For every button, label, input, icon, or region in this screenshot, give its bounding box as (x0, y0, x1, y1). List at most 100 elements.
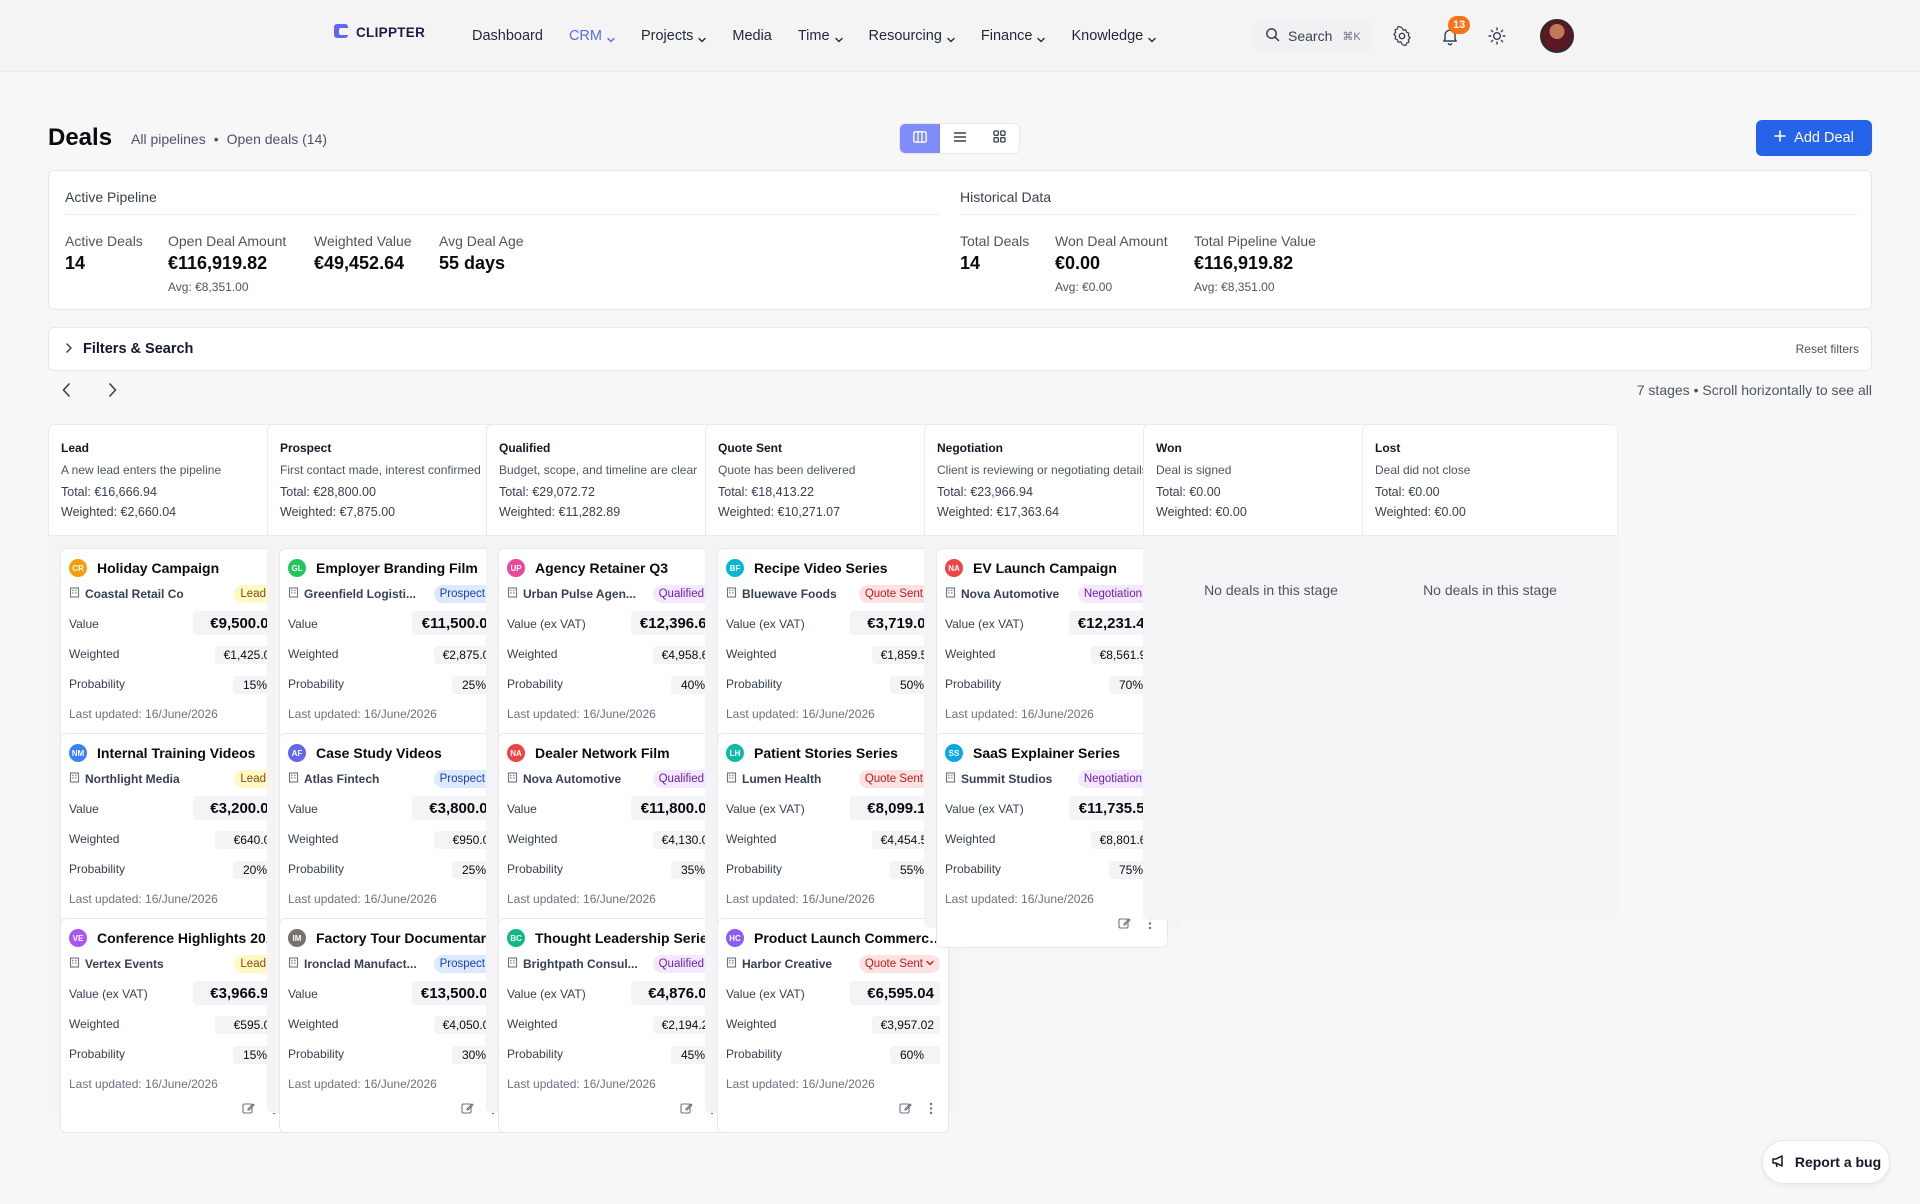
deal-company[interactable]: Harbor Creative (726, 957, 832, 971)
deal-company[interactable]: Nova Automotive (507, 772, 621, 786)
user-avatar[interactable] (1540, 19, 1574, 53)
edit-icon[interactable] (679, 1101, 693, 1115)
deal-card[interactable]: UP Agency Retainer Q3 Urban Pulse Agen... Q… (498, 548, 730, 763)
last-updated: Last updated: 16/June/2026 (507, 1077, 656, 1091)
deal-company[interactable]: Lumen Health (726, 772, 821, 786)
report-bug-button[interactable]: Report a bug (1762, 1140, 1890, 1184)
deal-company[interactable]: Nova Automotive (945, 587, 1059, 601)
company-name: Nova Automotive (961, 587, 1060, 601)
nav-item-resourcing[interactable]: Resourcing (869, 28, 955, 44)
scroll-right-chevron-icon[interactable] (104, 380, 120, 400)
deal-card[interactable]: LH Patient Stories Series Lumen Health Quot… (717, 733, 949, 948)
deal-card[interactable]: BC Thought Leadership Series Brightpath Co… (498, 918, 730, 1133)
brand-name: CLIPPTER (356, 24, 426, 40)
deal-card[interactable]: HC Product Launch Commerci... Harbor Creat… (717, 918, 949, 1133)
settings-gear-icon[interactable] (1388, 22, 1416, 50)
value-field[interactable]: €6,595.04 (850, 981, 940, 1005)
list-view-button[interactable] (940, 124, 980, 153)
nav-item-dashboard[interactable]: Dashboard (472, 28, 543, 44)
stage-total: Total: €23,966.94 (937, 485, 1033, 499)
deal-card[interactable]: NA Dealer Network Film Nova Automotive Qual… (498, 733, 730, 948)
deal-card[interactable]: BF Recipe Video Series Bluewave Foods Quote… (717, 548, 949, 763)
kanban-view-button[interactable] (900, 124, 940, 153)
deal-company[interactable]: Urban Pulse Agen... (507, 587, 636, 601)
nav-item-crm[interactable]: CRM (569, 28, 615, 44)
weighted-label: Weighted (288, 832, 339, 846)
weighted-label: Weighted (288, 1017, 339, 1031)
view-toggle (899, 123, 1020, 154)
stage-total: Total: €0.00 (1375, 485, 1440, 499)
nav-item-projects[interactable]: Projects (641, 28, 707, 44)
stage-weighted-total: Weighted: €10,271.07 (718, 505, 841, 519)
brand-logo[interactable]: CLIPPTER (334, 24, 425, 40)
deal-card[interactable]: NA EV Launch Campaign Nova Automotive Negot… (936, 548, 1168, 763)
last-updated: Last updated: 16/June/2026 (69, 892, 218, 906)
deal-title[interactable]: Internal Training Videos (97, 745, 255, 761)
nav-item-knowledge[interactable]: Knowledge (1071, 28, 1156, 44)
deal-title[interactable]: Factory Tour Documentary (316, 930, 494, 946)
weighted-label: Weighted (507, 832, 558, 846)
deal-card[interactable]: VE Conference Highlights 20... Vertex Even… (60, 918, 292, 1133)
deal-company[interactable]: Vertex Events (69, 957, 164, 971)
deal-title[interactable]: Employer Branding Film (316, 560, 478, 576)
nav-item-time[interactable]: Time (798, 28, 843, 44)
deal-company[interactable]: Atlas Fintech (288, 772, 379, 786)
add-deal-button[interactable]: Add Deal (1756, 120, 1872, 156)
deal-title[interactable]: Recipe Video Series (754, 560, 888, 576)
kanban-board[interactable]: Lead3A new lead enters the pipelineTotal… (48, 424, 1872, 1204)
deal-card[interactable]: CR Holiday Campaign Coastal Retail Co Lead V… (60, 548, 292, 763)
stage-header: Won0Deal is signedTotal: €0.00Weighted: … (1143, 424, 1399, 536)
deal-card[interactable]: AF Case Study Videos Atlas Fintech Prospect… (279, 733, 511, 948)
company-name: Northlight Media (85, 772, 180, 786)
weighted-field: €3,957.02 (872, 1016, 940, 1034)
deal-card[interactable]: IM Factory Tour Documentary Ironclad Manuf… (279, 918, 511, 1133)
reset-filters-button[interactable]: Reset filters (1796, 342, 1859, 356)
edit-icon[interactable] (1117, 916, 1131, 930)
probability-field[interactable]: 60% (890, 1046, 940, 1064)
deal-title[interactable]: SaaS Explainer Series (973, 745, 1120, 761)
more-options-icon[interactable] (924, 1101, 938, 1115)
stage-select[interactable]: Quote Sent (858, 955, 940, 973)
deal-title[interactable]: Holiday Campaign (97, 560, 219, 576)
deal-title[interactable]: Agency Retainer Q3 (535, 560, 668, 576)
scroll-left-chevron-icon[interactable] (58, 380, 74, 400)
company-avatar: HC (726, 929, 744, 947)
stage-column-won: Won0Deal is signedTotal: €0.00Weighted: … (1143, 424, 1399, 920)
search-button[interactable]: Search ⌘K (1253, 20, 1373, 52)
deal-company[interactable]: Northlight Media (69, 772, 180, 786)
deal-card[interactable]: SS SaaS Explainer Series Summit Studios Neg… (936, 733, 1168, 948)
deal-title[interactable]: Patient Stories Series (754, 745, 898, 761)
deal-card[interactable]: GL Employer Branding Film Greenfield Logis… (279, 548, 511, 763)
report-bug-label: Report a bug (1794, 1154, 1882, 1170)
nav-item-finance[interactable]: Finance (981, 28, 1046, 44)
deal-title[interactable]: Product Launch Commerci... (754, 930, 944, 946)
pipeline-filter[interactable]: All pipelines (131, 131, 206, 147)
deal-company[interactable]: Coastal Retail Co (69, 587, 184, 601)
deal-title[interactable]: Case Study Videos (316, 745, 442, 761)
deal-title[interactable]: Thought Leadership Series (535, 930, 715, 946)
main-nav: Dashboard CRM Projects Media Time Resourcing F… (472, 0, 1156, 72)
filters-toggle[interactable]: Filters & Search (65, 341, 193, 357)
building-icon (69, 587, 80, 601)
company-name: Lumen Health (742, 772, 822, 786)
deal-card[interactable]: NM Internal Training Videos Northlight Med… (60, 733, 292, 948)
probability-label: Probability (507, 862, 564, 876)
deal-company[interactable]: Brightpath Consul... (507, 957, 638, 971)
stage-total: Total: €16,666.94 (61, 485, 157, 499)
deal-company[interactable]: Summit Studios (945, 772, 1052, 786)
weighted-label: Weighted (945, 832, 996, 846)
deal-title[interactable]: Conference Highlights 20... (97, 930, 277, 946)
edit-icon[interactable] (241, 1101, 255, 1115)
theme-toggle-sun-icon[interactable] (1483, 22, 1511, 50)
deal-company[interactable]: Bluewave Foods (726, 587, 837, 601)
deal-company[interactable]: Ironclad Manufact... (288, 957, 417, 971)
probability-label: Probability (726, 862, 783, 876)
deal-title[interactable]: Dealer Network Film (535, 745, 670, 761)
edit-icon[interactable] (898, 1101, 912, 1115)
chevron-down-icon (834, 32, 843, 43)
grid-view-button[interactable] (979, 124, 1019, 153)
nav-item-media[interactable]: Media (732, 28, 772, 44)
edit-icon[interactable] (460, 1101, 474, 1115)
deal-title[interactable]: EV Launch Campaign (973, 560, 1117, 576)
deal-company[interactable]: Greenfield Logisti... (288, 587, 416, 601)
